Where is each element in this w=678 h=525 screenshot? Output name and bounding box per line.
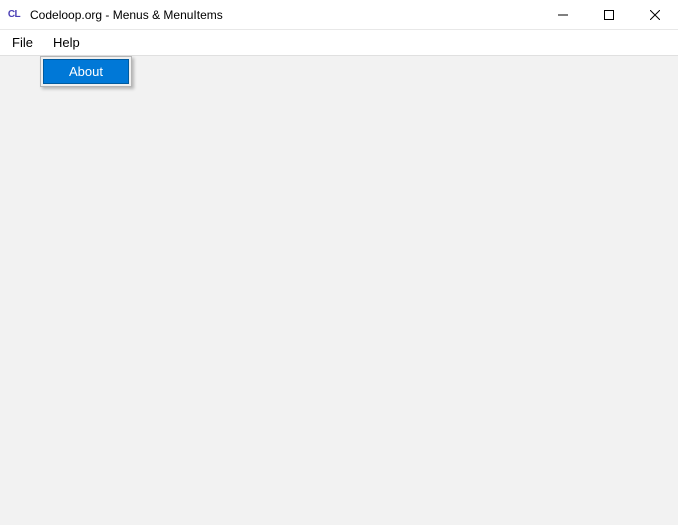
minimize-icon [558,10,568,20]
app-icon: CL [6,7,22,23]
menu-help[interactable]: Help [43,32,90,53]
menu-file[interactable]: File [2,32,43,53]
content-area: About [0,56,678,525]
window-controls [540,0,678,29]
maximize-icon [604,10,614,20]
close-button[interactable] [632,0,678,29]
close-icon [650,10,660,20]
titlebar: CL Codeloop.org - Menus & MenuItems [0,0,678,30]
window-title: Codeloop.org - Menus & MenuItems [30,8,540,22]
menu-item-about[interactable]: About [43,59,129,84]
minimize-button[interactable] [540,0,586,29]
help-dropdown: About [40,56,132,87]
menubar: File Help [0,30,678,56]
maximize-button[interactable] [586,0,632,29]
